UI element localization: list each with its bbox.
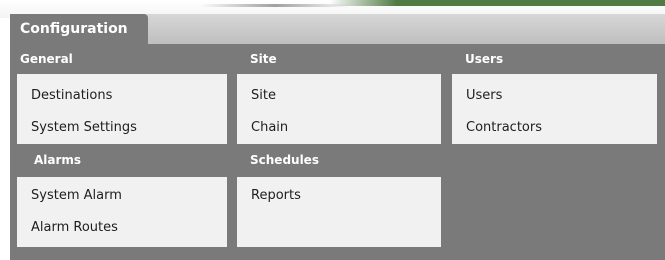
tab-bar: Configuration [10, 14, 665, 44]
header-accent-bar [330, 0, 665, 6]
section-title-users: Users [465, 52, 504, 66]
card-users: Users Contractors [452, 74, 657, 144]
link-system-alarm[interactable]: System Alarm [31, 188, 122, 204]
link-site[interactable]: Site [251, 88, 276, 104]
section-title-site: Site [250, 52, 277, 66]
card-alarms: System Alarm Alarm Routes [17, 177, 227, 247]
configuration-panel: General Destinations System Settings Sit… [10, 44, 665, 260]
card-general: Destinations System Settings [17, 74, 227, 144]
link-system-settings[interactable]: System Settings [31, 120, 137, 136]
section-title-alarms: Alarms [34, 153, 82, 167]
link-reports[interactable]: Reports [251, 188, 301, 204]
link-chain[interactable]: Chain [251, 120, 288, 136]
tab-configuration[interactable]: Configuration [10, 14, 148, 44]
header-divider [200, 4, 350, 7]
link-destinations[interactable]: Destinations [31, 88, 112, 104]
card-site: Site Chain [237, 74, 441, 144]
section-title-general: General [20, 52, 73, 66]
link-contractors[interactable]: Contractors [466, 120, 542, 136]
link-users[interactable]: Users [466, 88, 502, 104]
section-title-schedules: Schedules [250, 153, 319, 167]
card-schedules: Reports [237, 177, 441, 247]
link-alarm-routes[interactable]: Alarm Routes [31, 220, 118, 236]
